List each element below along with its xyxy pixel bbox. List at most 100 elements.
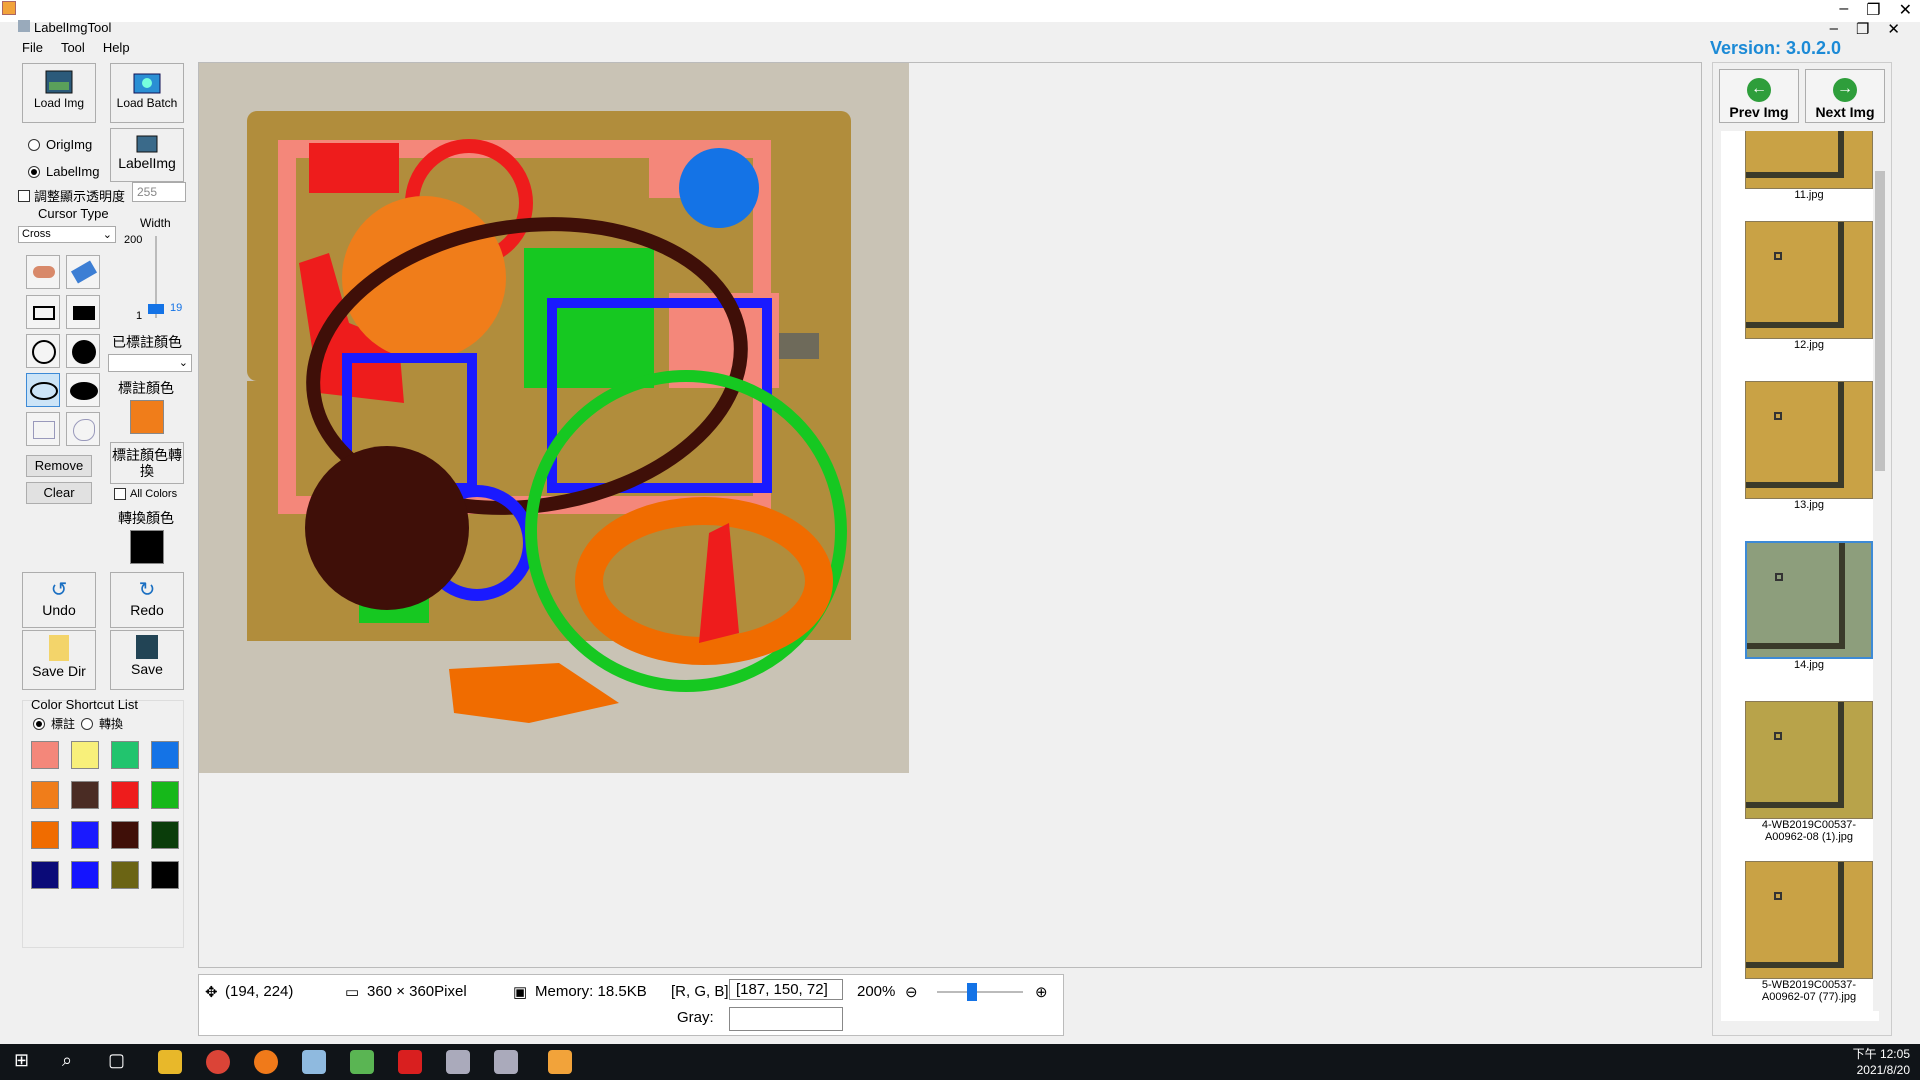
redo-button[interactable]: ↻ Redo [110, 572, 184, 628]
palette-swatch[interactable] [71, 861, 99, 889]
thumbnail-item[interactable]: 5-WB2019C00537-A00962-07 (77).jpg [1745, 861, 1873, 1003]
orig-img-radio[interactable]: OrigImg [28, 137, 92, 152]
palette-swatch[interactable] [151, 821, 179, 849]
palette-swatch[interactable] [31, 781, 59, 809]
cursor-type-select[interactable]: Cross ⌄ [18, 226, 116, 243]
annotated-image[interactable] [199, 63, 909, 773]
circle-fill-tool[interactable] [66, 334, 100, 368]
width-value-label: 19 [170, 302, 183, 314]
all-colors-checkbox[interactable] [114, 488, 126, 500]
thumbnail-image [1745, 381, 1873, 499]
ellipse-outline-tool[interactable] [26, 373, 60, 407]
thumbnail-list[interactable]: 11.jpg 12.jpg 13.jpg 14.jpg 4-WB2019C005… [1721, 131, 1879, 1021]
transparency-spinbox[interactable]: 255 [132, 182, 186, 202]
file-explorer-icon[interactable] [158, 1050, 182, 1074]
clear-button[interactable]: Clear [26, 482, 92, 504]
firefox-icon[interactable] [254, 1050, 278, 1074]
scrollbar-thumb[interactable] [1875, 171, 1885, 471]
palette-swatch[interactable] [111, 821, 139, 849]
restore-icon[interactable]: ❐ [1866, 0, 1880, 20]
search-icon[interactable]: ⌕ [62, 1050, 86, 1074]
brush-tool[interactable] [26, 255, 60, 289]
canvas-area[interactable] [198, 62, 1702, 968]
paint-icon[interactable] [446, 1050, 470, 1074]
ellipse-fill-icon [70, 382, 98, 400]
circle-outline-tool[interactable] [26, 334, 60, 368]
thumbnail-image [1745, 701, 1873, 819]
transparency-toggle[interactable]: 調整顯示透明度 [18, 186, 125, 205]
remove-button[interactable]: Remove [26, 455, 92, 477]
zoom-slider[interactable] [937, 991, 1023, 993]
palette-swatch[interactable] [151, 741, 179, 769]
close-icon[interactable]: ✕ [1899, 0, 1912, 20]
lasso-tool[interactable] [66, 412, 100, 446]
palette-mode-label-radio[interactable]: 標註 [33, 715, 75, 732]
thumbnail-item[interactable]: 11.jpg [1745, 131, 1873, 201]
zoom-out-icon[interactable]: ⊖ [905, 983, 918, 1001]
next-img-button[interactable]: → Next Img [1805, 69, 1885, 123]
eraser-tool[interactable] [66, 255, 100, 289]
zoom-slider-thumb[interactable] [967, 983, 977, 1001]
save-button[interactable]: Save [110, 630, 184, 690]
rect-fill-tool[interactable] [66, 295, 100, 329]
minimize-button[interactable]: – [1830, 20, 1838, 38]
label-img-radio[interactable]: LabelImg [28, 164, 99, 179]
menu-tool[interactable]: Tool [61, 40, 85, 55]
app-icon-notes[interactable] [302, 1050, 326, 1074]
maximize-button[interactable]: ❐ [1856, 20, 1869, 38]
save-dir-button[interactable]: Save Dir [22, 630, 96, 690]
load-img-button[interactable]: Load Img [22, 63, 96, 123]
menu-file[interactable]: File [22, 40, 43, 55]
palette-swatch[interactable] [111, 781, 139, 809]
label-img-button[interactable]: LabelImg [110, 128, 184, 182]
thumbnail-item[interactable]: 13.jpg [1745, 381, 1873, 511]
palette-swatch[interactable] [71, 741, 99, 769]
all-colors-toggle[interactable]: All Colors [114, 488, 177, 500]
memory-usage: Memory: 18.5KB [535, 983, 647, 1000]
convert-color-button[interactable]: 標註顏色轉換 [110, 442, 184, 484]
ellipse-fill-tool[interactable] [66, 373, 100, 407]
thumbnail-item[interactable]: 4-WB2019C00537-A00962-08 (1).jpg [1745, 701, 1873, 843]
palette-swatch[interactable] [31, 741, 59, 769]
label-image-canvas[interactable] [199, 63, 909, 773]
task-view-icon[interactable]: ▢ [108, 1050, 132, 1074]
zoom-in-icon[interactable]: ⊕ [1035, 983, 1048, 1001]
palette-swatch[interactable] [111, 861, 139, 889]
paint-icon-2[interactable] [494, 1050, 518, 1074]
acrobat-icon[interactable] [398, 1050, 422, 1074]
convert-color-swatch[interactable] [130, 530, 164, 564]
minimize-icon[interactable]: – [1839, 0, 1848, 20]
labeled-color-select[interactable]: ⌄ [108, 354, 192, 372]
menu-help[interactable]: Help [103, 40, 130, 55]
close-button[interactable]: ✕ [1887, 20, 1900, 38]
palette-swatch[interactable] [151, 861, 179, 889]
palette-swatch[interactable] [111, 741, 139, 769]
chrome-icon[interactable] [206, 1050, 230, 1074]
palette-swatch[interactable] [71, 781, 99, 809]
palette-swatch[interactable] [31, 821, 59, 849]
thumbnail-scrollbar[interactable] [1873, 131, 1887, 1011]
thumbnail-item[interactable]: 12.jpg [1745, 221, 1873, 351]
labelimgtool-taskbar-icon[interactable] [548, 1050, 572, 1074]
palette-mode-convert-radio[interactable]: 轉換 [81, 715, 123, 732]
redo-icon: ↻ [138, 579, 156, 601]
windows-start-icon[interactable]: ⊞ [14, 1050, 38, 1074]
label-color-swatch[interactable] [130, 400, 164, 434]
label-color-label: 標註顏色 [118, 380, 174, 396]
circle-fill-icon [72, 340, 96, 364]
width-slider-thumb[interactable] [148, 304, 164, 314]
palette-swatch[interactable] [31, 861, 59, 889]
undo-button[interactable]: ↺ Undo [22, 572, 96, 628]
rect-outline-tool[interactable] [26, 295, 60, 329]
thumbnail-item-selected[interactable]: 14.jpg [1745, 541, 1873, 671]
palette-swatch[interactable] [151, 781, 179, 809]
app-window: – ❐ ✕ LabelImgTool – ❐ ✕ File Tool Help … [0, 0, 1920, 1080]
color-shortcut-panel: Color Shortcut List 標註 轉換 [22, 697, 184, 948]
app-icon-git[interactable] [350, 1050, 374, 1074]
load-batch-button[interactable]: Load Batch [110, 63, 184, 123]
prev-img-button[interactable]: ← Prev Img [1719, 69, 1799, 123]
folder-icon [133, 73, 161, 94]
transparency-checkbox[interactable] [18, 189, 30, 202]
select-rect-tool[interactable] [26, 412, 60, 446]
palette-swatch[interactable] [71, 821, 99, 849]
